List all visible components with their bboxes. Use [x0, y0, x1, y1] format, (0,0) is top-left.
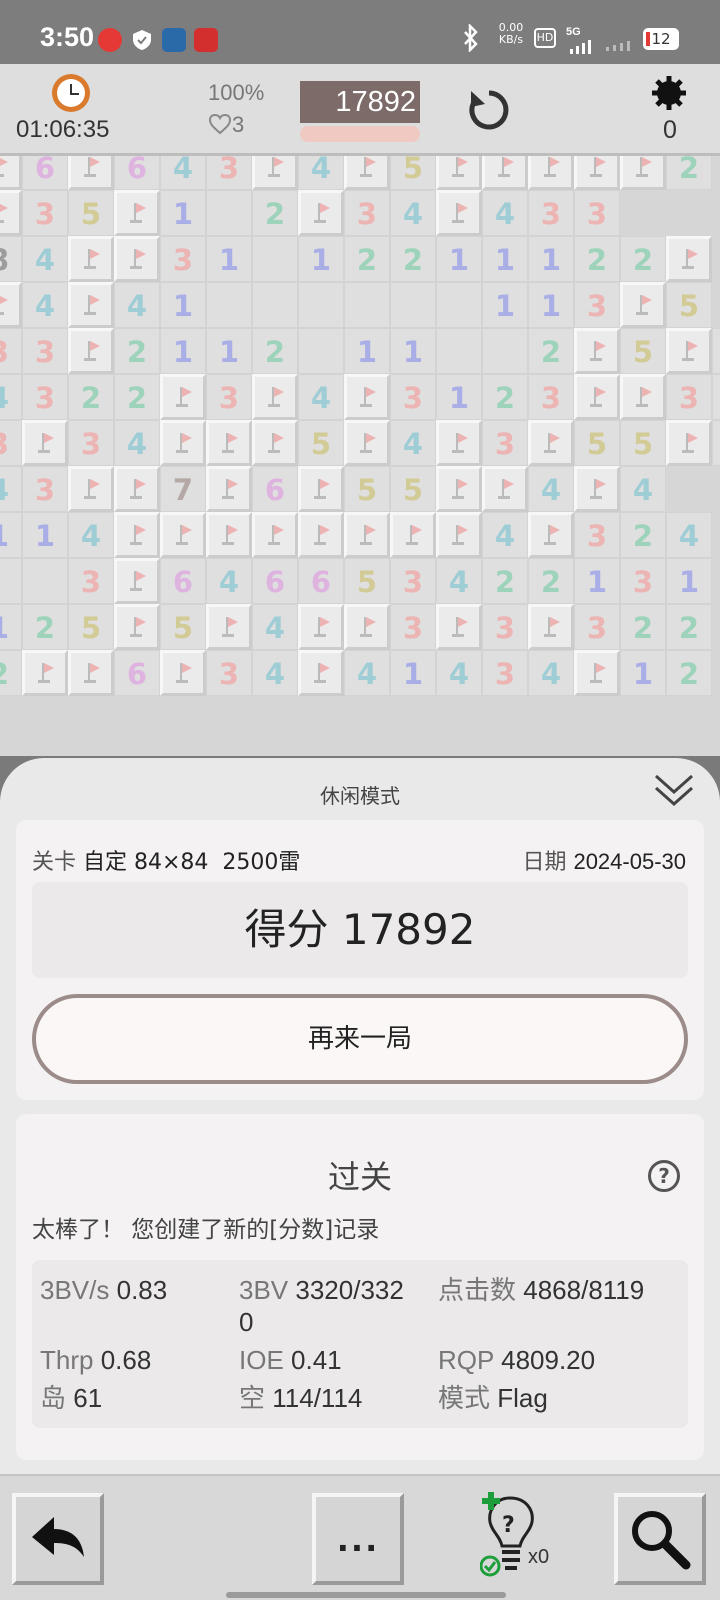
- hint-bulb-icon[interactable]: ?: [479, 1490, 560, 1586]
- collapse-chevron-icon[interactable]: [652, 770, 696, 810]
- restart-icon[interactable]: [465, 86, 513, 134]
- stat-value: 4868/8119: [523, 1275, 645, 1305]
- network-speed-unit: KB/s: [498, 33, 524, 46]
- bottom-toolbar: ... ? x0: [0, 1474, 720, 1600]
- stats-panel: 3BV/s 0.83 3BV 3320/332 0 点击数 4868/8119 T…: [32, 1260, 688, 1428]
- stat-value: 114/114: [272, 1383, 363, 1413]
- date-value: 2024-05-30: [573, 849, 686, 874]
- signal-5g-icon: 5G: [566, 26, 591, 54]
- stat-rqp: RQP 4809.20: [438, 1344, 595, 1376]
- stat-value: 4809.20: [501, 1345, 596, 1375]
- stat-value: Flag: [497, 1383, 548, 1413]
- svg-text:?: ?: [502, 1513, 515, 1538]
- undo-arrow-icon: [32, 1517, 84, 1557]
- level-info: 关卡 自定 84×84 2500雷: [32, 844, 300, 876]
- result-detail-card: 过关 ? 太棒了！ 您创建了新的[分数]记录 3BV/s 0.83 3BV 33…: [16, 1114, 704, 1460]
- mines-remaining: 0: [663, 116, 677, 144]
- stat-label: 岛: [40, 1383, 67, 1413]
- signal-5g-label: 5G: [566, 26, 581, 38]
- stat-label: 3BV: [239, 1275, 289, 1305]
- result-summary-card: 关卡 自定 84×84 2500雷 日期 2024-05-30 得分 17892…: [16, 820, 704, 1100]
- home-indicator[interactable]: [226, 1592, 506, 1598]
- status-bar: 3:50 0.00 KB/s HD 5G 12: [0, 0, 720, 64]
- progress-percent: 100%: [208, 80, 265, 105]
- search-button[interactable]: [614, 1493, 706, 1585]
- play-again-button[interactable]: 再来一局: [32, 994, 688, 1084]
- record-message: 太棒了！ 您创建了新的[分数]记录: [32, 1217, 380, 1243]
- signal-2-icon: [606, 38, 636, 56]
- clock-icon: [52, 74, 90, 112]
- more-button[interactable]: ...: [312, 1493, 404, 1585]
- mode-title: 休闲模式: [320, 784, 400, 808]
- level-label: 关卡: [32, 850, 77, 875]
- board-overlay-dim: [0, 156, 720, 756]
- mine-icon: [650, 74, 688, 112]
- stat-islands: 岛 61: [40, 1382, 102, 1414]
- more-dots-icon: ...: [336, 1521, 380, 1559]
- stat-value: 61: [73, 1383, 103, 1413]
- stock-app-icon: [194, 28, 218, 52]
- stat-label: 点击数: [438, 1275, 517, 1305]
- stat-clicks: 点击数 4868/8119: [438, 1274, 644, 1306]
- date-info: 日期 2024-05-30: [522, 844, 686, 876]
- stat-mode: 模式 Flag: [438, 1382, 548, 1414]
- stat-3bv: 3BV 3320/332 0: [239, 1274, 439, 1338]
- game-app-icon: [162, 28, 186, 52]
- stat-value: 0.41: [291, 1345, 342, 1375]
- stat-label: 模式: [438, 1383, 491, 1413]
- score-display: 17892: [300, 81, 420, 123]
- battery-indicator: 12: [643, 28, 679, 50]
- lives-counter: 3: [208, 112, 244, 138]
- level-value: 自定 84×84 2500雷: [83, 850, 301, 875]
- stat-value: 3320/332: [295, 1275, 404, 1305]
- stat-value-wrap: 0: [239, 1307, 254, 1337]
- score-progress-bar: [300, 126, 420, 142]
- stat-value: 0.83: [116, 1275, 168, 1305]
- network-speed: 0.00 KB/s: [493, 22, 529, 46]
- stat-3bv-per-sec: 3BV/s 0.83: [40, 1274, 167, 1306]
- stat-label: Thrp: [40, 1345, 94, 1375]
- undo-button[interactable]: [12, 1493, 104, 1585]
- minesweeper-board[interactable]: 6643452351234433843112211122441113533211…: [0, 156, 720, 756]
- stat-label: 3BV/s: [40, 1275, 110, 1305]
- netease-music-icon: [98, 28, 122, 52]
- hint-count: x0: [528, 1546, 550, 1568]
- hd-volte-icon: HD: [534, 28, 556, 48]
- date-label: 日期: [522, 850, 567, 875]
- pass-title: 过关: [327, 1158, 392, 1196]
- help-icon[interactable]: ?: [648, 1160, 680, 1192]
- stat-thrp: Thrp 0.68: [40, 1344, 151, 1376]
- stat-label: RQP: [438, 1345, 494, 1375]
- stat-label: IOE: [239, 1345, 284, 1375]
- search-icon: [632, 1511, 691, 1570]
- bluetooth-icon: [462, 22, 480, 57]
- heart-icon: [208, 113, 232, 135]
- result-sheet: 休闲模式 关卡 自定 84×84 2500雷 日期 2024-05-30 得分 …: [0, 758, 720, 1474]
- stat-openings: 空 114/114: [239, 1382, 362, 1414]
- game-top-bar: 01:06:35 100% 3 17892 0: [0, 64, 720, 156]
- lives-value: 3: [232, 112, 245, 137]
- stat-value: 0.68: [100, 1345, 152, 1375]
- shield-app-icon: [130, 28, 154, 52]
- status-time: 3:50: [40, 22, 95, 52]
- final-score: 得分 17892: [32, 882, 688, 978]
- stat-ioe: IOE 0.41: [239, 1344, 342, 1376]
- elapsed-timer: 01:06:35: [16, 116, 110, 143]
- stat-label: 空: [239, 1383, 266, 1413]
